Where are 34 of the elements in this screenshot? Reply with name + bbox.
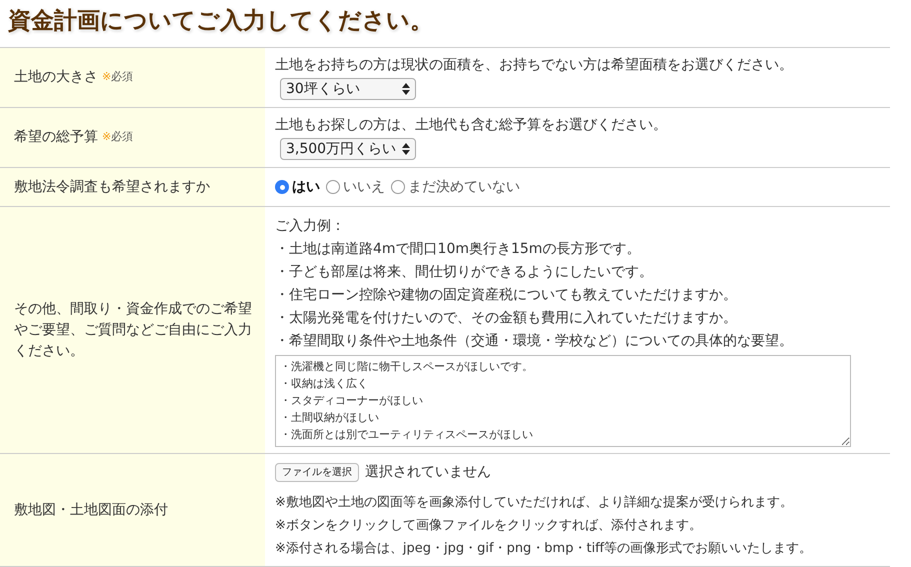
example-text: ・子ども部屋は将来、間仕切りができるようにしたいです。 [275,263,654,282]
radio-label: はい [292,178,320,196]
field-label: その他、間取り・資金作成でのご希望やご要望、ご質問などご自由にご入力ください。 [14,300,253,360]
note-text: ※ボタンをクリックして画像ファイルをクリックすれば、添付されます。 [275,517,703,535]
field-label: 土地の大きさ [14,68,98,87]
select-dropdown[interactable]: 3,500万円くらい [280,138,416,160]
radio-button[interactable] [275,180,289,194]
required-label: 必須 [111,69,134,86]
field-label: 敷地法令調査も希望されますか [14,178,210,196]
field-label: 敷地図・土地図面の添付 [14,500,168,520]
example-text: ・住宅ローン控除や建物の固定資産税についても教えていただけますか。 [275,286,738,305]
text-area[interactable]: ・洗濯機と同じ階に物干しスペースがほしいです。 ・収納は浅く広く ・スタディコーナーがほしい ・土間収納がほしい ・洗面所とは別でユーティリティスペースがほしい [275,355,851,447]
required-mark: ※ [102,69,112,86]
example-text: ・土地は南道路4mで間口10m奥行き15mの長方形です。 [275,240,642,259]
note-text: ※添付される場合は、jpeg・jpg・gif・png・bmp・tiff等の画像形式でお願いいたします。 [275,540,812,558]
required-label: 必須 [111,129,134,146]
page-title: 資金計画についてご入力してください。 [8,7,433,36]
radio-button[interactable] [326,180,340,194]
example-text: ・太陽光発電を付けたいので、その金額も費用に入れていただけますか。 [275,309,738,328]
example-text: ・希望間取り条件や土地条件（交通・環境・学校など）についての具体的な要望。 [275,332,794,351]
file-status: 選択されていません [365,463,491,482]
field-label: 希望の総予算 [14,128,98,147]
radio-label: いいえ [343,178,385,196]
hint-text: 土地をお持ちの方は現状の面積を、お持ちでない方は希望面積をお選びください。 [275,56,793,75]
hint-text: 土地もお探しの方は、土地代も含む総予算をお選びください。 [275,116,667,135]
updown-caret-icon [402,83,410,95]
updown-caret-icon [402,143,410,155]
note-text: ※敷地図や土地の図面等を画象添付していただければ、より詳細な提案が受けられます。 [275,494,794,512]
select-dropdown[interactable]: 30坪くらい [280,78,416,100]
radio-label: まだ決めていない [408,178,520,196]
radio-button[interactable] [391,180,405,194]
example-text: ご入力例： [275,217,346,236]
required-mark: ※ [102,129,112,146]
choose-file-button[interactable]: ファイルを選択 [275,463,359,482]
